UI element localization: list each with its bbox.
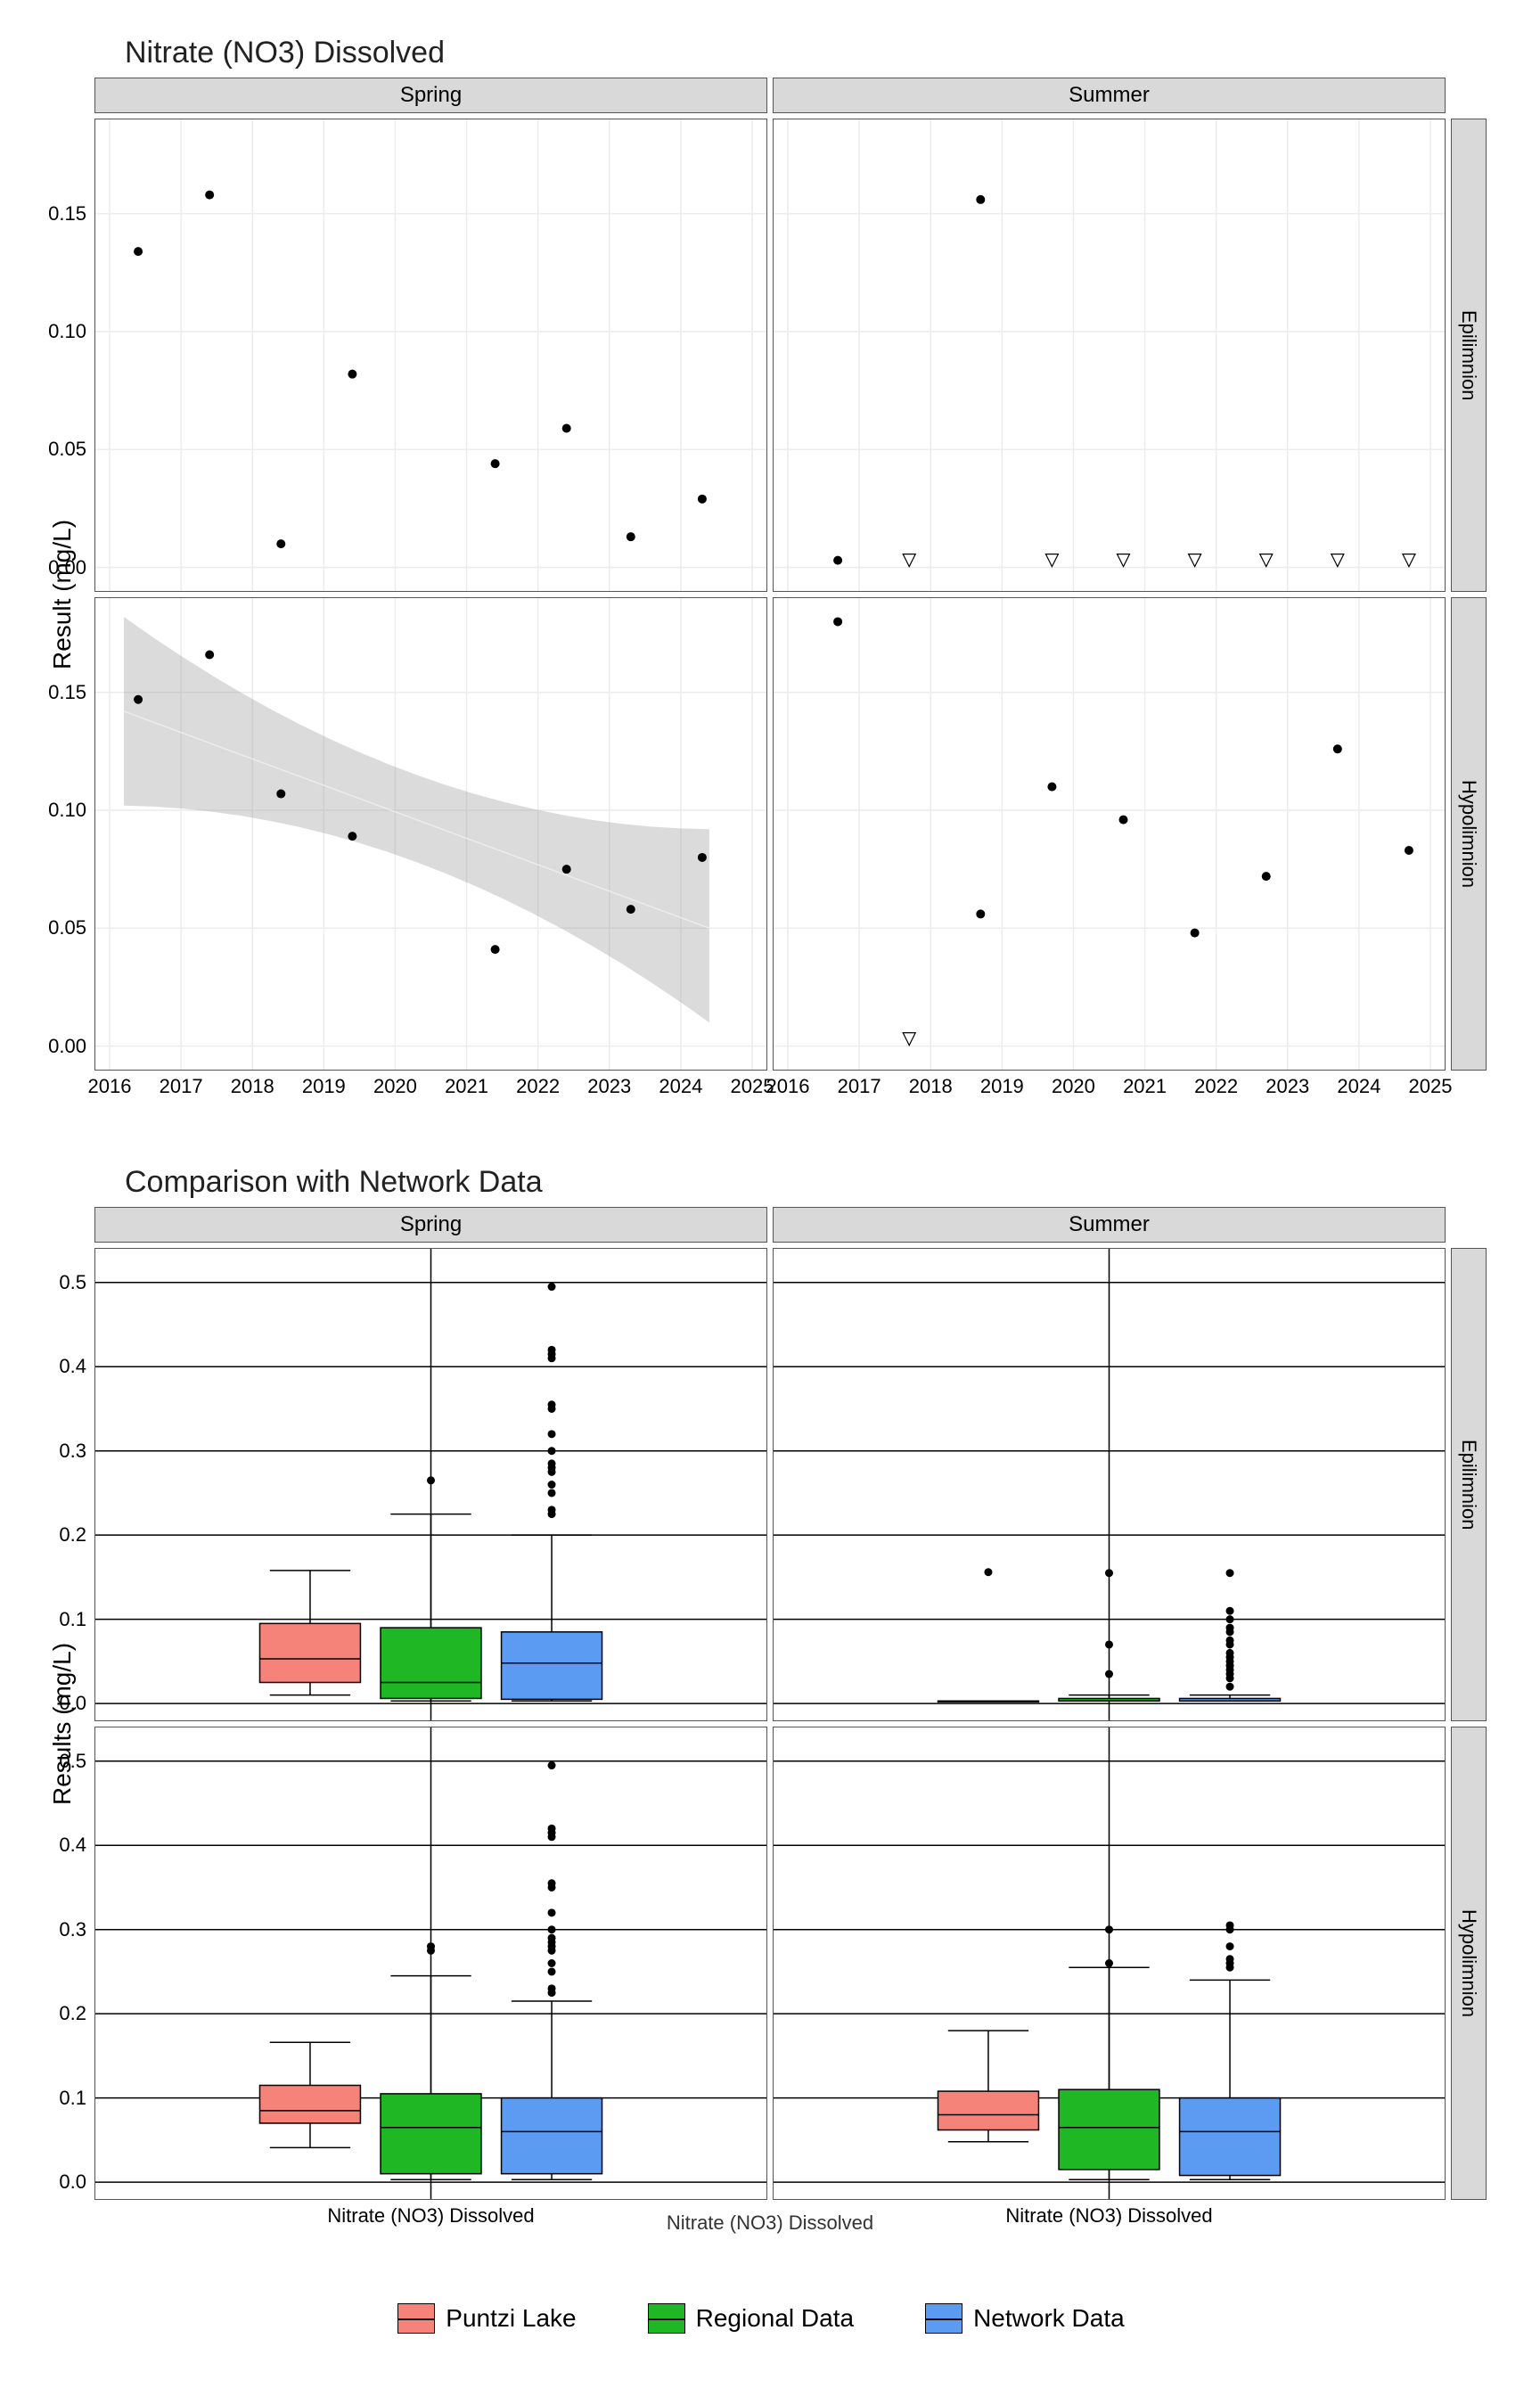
legend-label: Network Data — [973, 2304, 1125, 2333]
legend-item-network: Network Data — [925, 2303, 1125, 2334]
legend-label: Puntzi Lake — [446, 2304, 576, 2333]
chart2-title: Comparison with Network Data — [125, 1165, 1487, 1200]
legend: Puntzi Lake Regional Data Network Data — [36, 2303, 1487, 2334]
legend-label: Regional Data — [696, 2304, 854, 2333]
facet2-col-spring: Spring — [94, 1207, 767, 1243]
facet-row-hyp: Hypolimnion — [1451, 597, 1487, 1071]
chart1-title: Nitrate (NO3) Dissolved — [125, 36, 1487, 70]
boxpanel-spring-hyp: 0.00.10.20.30.40.5Nitrate (NO3) Dissolve… — [94, 1727, 767, 2200]
panel-summer-hyp: 2016201720182019202020212022202320242025 — [773, 597, 1446, 1071]
boxpanel-summer-hyp: Nitrate (NO3) Dissolved — [773, 1727, 1446, 2200]
chart2-facets: Results (mg/L) Spring Summer — [36, 1207, 1487, 2241]
facet-row-epi: Epilimnion — [1451, 119, 1487, 592]
facet-col-spring: Spring — [94, 78, 767, 113]
facet2-row-hyp: Hypolimnion — [1451, 1727, 1487, 2200]
facet2-col-summer: Summer — [773, 1207, 1446, 1243]
legend-item-regional: Regional Data — [648, 2303, 854, 2334]
panel-spring-hyp: 0.000.050.100.15201620172018201920202021… — [94, 597, 767, 1071]
legend-swatch — [648, 2303, 685, 2334]
facet-col-summer: Summer — [773, 78, 1446, 113]
panel-summer-epi — [773, 119, 1446, 592]
legend-swatch — [925, 2303, 962, 2334]
panel-spring-epi: 0.000.050.100.15 — [94, 119, 767, 592]
boxpanel-spring-epi: 0.00.10.20.30.40.5 — [94, 1248, 767, 1721]
legend-swatch — [397, 2303, 435, 2334]
legend-item-puntzi: Puntzi Lake — [397, 2303, 576, 2334]
facet2-row-epi: Epilimnion — [1451, 1248, 1487, 1721]
chart1-facets: Result (mg/L) Spring Summer 0.000.050.10… — [36, 78, 1487, 1112]
boxpanel-summer-epi — [773, 1248, 1446, 1721]
